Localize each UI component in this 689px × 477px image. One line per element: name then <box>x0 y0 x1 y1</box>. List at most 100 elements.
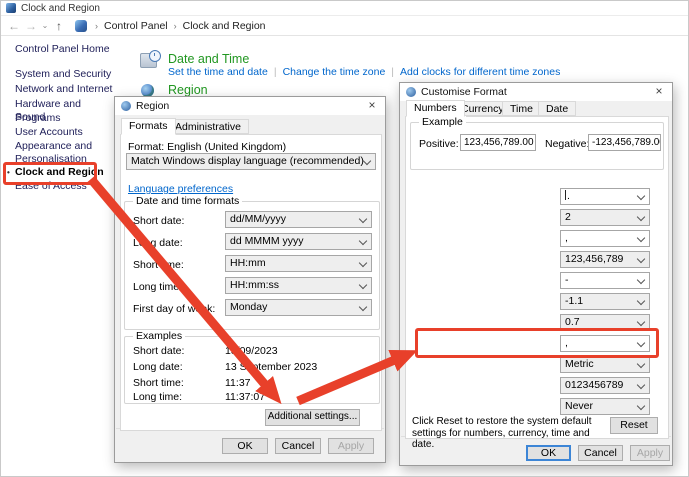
positive-example-field[interactable]: 123,456,789.00 <box>460 134 536 151</box>
customise-format-dialog: Customise Format × Numbers Currency Time… <box>399 82 673 466</box>
example-long-date-value: 13 September 2023 <box>225 361 317 373</box>
region-dialog-title: Region <box>136 100 169 112</box>
sidebar-item-programs[interactable]: Programs <box>15 112 113 125</box>
group-title: Example <box>419 116 466 128</box>
digits-after-decimal-combo[interactable]: 2 <box>560 209 650 226</box>
chevron-down-icon <box>637 318 645 326</box>
chevron-down-icon <box>637 381 645 389</box>
tab-time[interactable]: Time <box>502 101 541 116</box>
long-date-combo[interactable]: dd MMMM yyyy <box>225 233 372 250</box>
decimal-symbol-combo[interactable]: . <box>560 188 650 205</box>
date-time-formats-group: Date and time formats Short date: dd/MM/… <box>124 201 380 330</box>
link-divider: | <box>385 66 400 78</box>
apply-button: Apply <box>328 438 374 454</box>
list-separator-combo[interactable]: , <box>560 335 650 352</box>
long-date-label: Long date: <box>133 237 183 249</box>
breadcrumb-control-panel[interactable]: Control Panel <box>102 20 170 32</box>
first-day-of-week-label: First day of week: <box>133 303 215 315</box>
tab-formats[interactable]: Formats <box>121 118 176 135</box>
short-time-combo[interactable]: HH:mm <box>225 255 372 272</box>
region-dialog: Region × Formats Administrative Format: … <box>114 96 386 463</box>
chevron-down-icon <box>359 303 367 311</box>
date-and-time-heading[interactable]: Date and Time <box>168 52 249 66</box>
recent-pages-dropdown-icon[interactable]: ⌄ <box>39 17 51 35</box>
first-day-of-week-combo[interactable]: Monday <box>225 299 372 316</box>
negative-label: Negative: <box>545 138 589 150</box>
close-icon[interactable]: × <box>359 97 385 114</box>
chevron-down-icon <box>637 297 645 305</box>
sidebar-item-network-and-internet[interactable]: Network and Internet <box>15 83 113 96</box>
customise-dialog-icon <box>406 87 416 97</box>
chevron-down-icon <box>637 234 645 242</box>
region-heading[interactable]: Region <box>168 83 208 97</box>
up-icon[interactable]: ↑ <box>51 17 67 35</box>
standard-digits-combo[interactable]: 0123456789 <box>560 377 650 394</box>
example-short-date-value: 13/09/2023 <box>225 345 278 357</box>
close-icon[interactable]: × <box>646 83 672 100</box>
chevron-down-icon <box>637 192 645 200</box>
chevron-down-icon <box>637 360 645 368</box>
customise-dialog-titlebar: Customise Format <box>400 83 672 101</box>
chevron-down-icon <box>363 157 371 165</box>
breadcrumb-separator-icon: › <box>170 21 181 31</box>
digit-grouping-symbol-combo[interactable]: , <box>560 230 650 247</box>
sidebar-item-control-panel-home[interactable]: Control Panel Home <box>15 43 113 56</box>
measurement-system-combo[interactable]: Metric <box>560 356 650 373</box>
long-time-combo[interactable]: HH:mm:ss <box>225 277 372 294</box>
short-time-label: Short time: <box>133 259 184 271</box>
short-date-combo[interactable]: dd/MM/yyyy <box>225 211 372 228</box>
breadcrumb-clock-and-region[interactable]: Clock and Region <box>181 20 268 32</box>
breadcrumb-separator-icon: › <box>91 21 102 31</box>
tab-numbers[interactable]: Numbers <box>406 100 465 117</box>
link-add-clocks[interactable]: Add clocks for different time zones <box>400 66 560 78</box>
text-cursor <box>565 190 566 200</box>
screenshot-root: Clock and Region ← → ⌄ ↑ › Control Panel… <box>0 0 689 477</box>
group-title: Examples <box>133 330 185 342</box>
back-icon: ← <box>5 17 23 35</box>
positive-label: Positive: <box>419 138 459 150</box>
tab-administrative[interactable]: Administrative <box>167 119 249 134</box>
number-example-group: Example Positive: 123,456,789.00 Negativ… <box>410 122 664 170</box>
example-long-time-label: Long time: <box>133 391 182 403</box>
chevron-down-icon <box>637 276 645 284</box>
chevron-down-icon <box>637 339 645 347</box>
display-leading-zeros-combo[interactable]: 0.7 <box>560 314 650 331</box>
region-dialog-icon <box>121 101 131 111</box>
use-native-digits-combo[interactable]: Never <box>560 398 650 415</box>
sidebar-item-clock-and-region[interactable]: • Clock and Region <box>15 166 113 179</box>
sidebar-item-system-and-security[interactable]: System and Security <box>15 68 113 81</box>
app-icon <box>6 3 16 13</box>
negative-sign-symbol-combo[interactable]: - <box>560 272 650 289</box>
cancel-button[interactable]: Cancel <box>275 438 321 454</box>
reset-note: Click Reset to restore the system defaul… <box>412 416 604 451</box>
long-time-label: Long time: <box>133 281 182 293</box>
format-combo[interactable]: Match Windows display language (recommen… <box>126 153 376 170</box>
example-long-time-value: 11:37:07 <box>225 391 265 403</box>
navigation-toolbar: ← → ⌄ ↑ › Control Panel › Clock and Regi… <box>1 16 688 36</box>
link-change-time-zone[interactable]: Change the time zone <box>283 66 386 78</box>
additional-settings-button[interactable]: Additional settings... <box>265 409 360 426</box>
active-item-bullet-icon: • <box>7 167 10 180</box>
apply-button: Apply <box>630 445 670 461</box>
sidebar-item-ease-of-access[interactable]: Ease of Access <box>15 180 113 193</box>
window-title: Clock and Region <box>21 3 100 14</box>
chevron-down-icon <box>359 215 367 223</box>
example-short-time-value: 11:37 <box>225 377 251 389</box>
tab-date[interactable]: Date <box>538 101 576 116</box>
language-preferences-link[interactable]: Language preferences <box>128 183 233 195</box>
chevron-down-icon <box>637 213 645 221</box>
digit-grouping-combo[interactable]: 123,456,789 <box>560 251 650 268</box>
example-short-date-label: Short date: <box>133 345 184 357</box>
clock-icon <box>149 50 161 62</box>
sidebar-item-appearance-and-personalisation[interactable]: Appearance and Personalisation <box>15 140 113 165</box>
sidebar-item-user-accounts[interactable]: User Accounts <box>15 126 113 139</box>
negative-number-format-combo[interactable]: -1.1 <box>560 293 650 310</box>
ok-button[interactable]: OK <box>222 438 268 454</box>
negative-example-field[interactable]: -123,456,789.00 <box>588 134 661 151</box>
group-title: Date and time formats <box>133 195 242 207</box>
reset-button[interactable]: Reset <box>610 417 658 434</box>
window-titlebar: Clock and Region <box>1 1 688 16</box>
example-short-time-label: Short time: <box>133 377 184 389</box>
link-divider: | <box>268 66 283 78</box>
link-set-time-and-date[interactable]: Set the time and date <box>168 66 268 78</box>
